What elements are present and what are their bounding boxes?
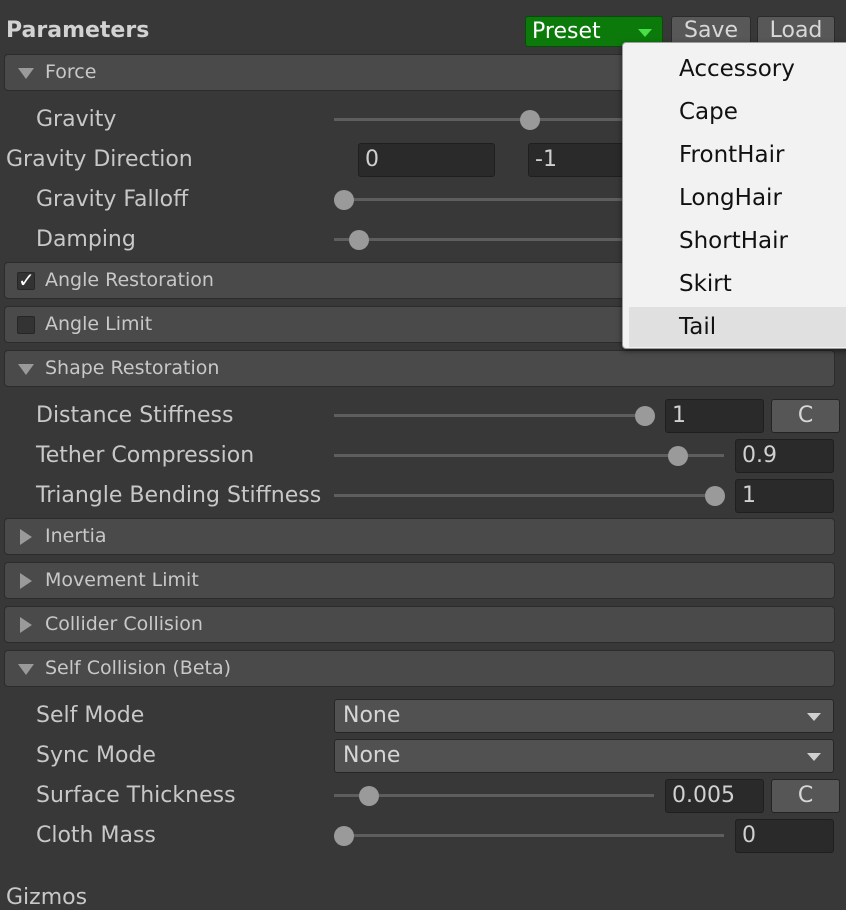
section-inertia[interactable]: Inertia	[4, 518, 835, 555]
self-mode-label: Self Mode	[36, 703, 145, 728]
surface-thickness-curve-button[interactable]: C	[771, 779, 840, 813]
collapse-arrow-icon	[20, 573, 32, 589]
preset-menu-item-skirt[interactable]: Skirt	[629, 264, 846, 304]
damping-slider-handle[interactable]	[349, 230, 369, 250]
section-angle-limit-label: Angle Limit	[45, 313, 153, 335]
chevron-down-icon	[638, 29, 652, 37]
section-force-label: Force	[45, 61, 97, 83]
panel-title: Parameters	[6, 18, 150, 43]
section-movement-limit[interactable]: Movement Limit	[4, 562, 835, 599]
distance-stiffness-slider-track[interactable]	[334, 414, 654, 417]
cloth-mass-field[interactable]: 0	[735, 819, 834, 853]
chevron-down-icon	[807, 713, 821, 721]
preset-menu-item-shorthair[interactable]: ShortHair	[629, 221, 846, 261]
cloth-mass-label: Cloth Mass	[36, 823, 156, 848]
damping-label: Damping	[36, 227, 136, 252]
gravity-slider-handle[interactable]	[520, 110, 540, 130]
section-self-collision[interactable]: Self Collision (Beta)	[4, 650, 835, 687]
triangle-bending-stiffness-label: Triangle Bending Stiffness	[36, 483, 322, 508]
distance-stiffness-curve-button[interactable]: C	[771, 399, 840, 433]
angle-restoration-checkbox[interactable]: ✓	[17, 270, 35, 290]
gravity-falloff-label: Gravity Falloff	[36, 187, 189, 212]
section-collider-collision-label: Collider Collision	[45, 613, 203, 635]
section-shape-restoration[interactable]: Shape Restoration	[4, 350, 835, 387]
tether-compression-label: Tether Compression	[36, 443, 255, 468]
gravity-slider-track[interactable]	[334, 118, 634, 121]
surface-thickness-field[interactable]: 0.005	[665, 779, 764, 813]
sync-mode-select[interactable]: None	[334, 739, 834, 773]
cloth-mass-slider-handle[interactable]	[334, 826, 354, 846]
preset-menu-item-accessory[interactable]: Accessory	[629, 49, 846, 89]
distance-stiffness-slider-handle[interactable]	[635, 406, 655, 426]
distance-stiffness-label: Distance Stiffness	[36, 403, 234, 428]
preset-menu-item-tail[interactable]: Tail	[629, 307, 846, 347]
section-inertia-label: Inertia	[45, 525, 107, 547]
tether-compression-field[interactable]: 0.9	[735, 439, 834, 473]
expand-arrow-icon	[18, 364, 34, 375]
surface-thickness-slider-handle[interactable]	[359, 786, 379, 806]
preset-menu: Accessory Cape FrontHair LongHair ShortH…	[622, 42, 846, 349]
section-angle-restoration-label: Angle Restoration	[45, 269, 214, 291]
tether-compression-slider-track[interactable]	[334, 454, 724, 457]
section-movement-limit-label: Movement Limit	[45, 569, 199, 591]
preset-menu-item-longhair[interactable]: LongHair	[629, 178, 846, 218]
cloth-mass-slider-track[interactable]	[334, 834, 724, 837]
damping-slider-track[interactable]	[334, 238, 634, 241]
gravity-falloff-slider-track[interactable]	[334, 198, 634, 201]
chevron-down-icon	[807, 753, 821, 761]
section-self-collision-label: Self Collision (Beta)	[45, 657, 232, 679]
gravity-falloff-slider-handle[interactable]	[334, 190, 354, 210]
preset-label: Preset	[532, 19, 601, 44]
gravity-label: Gravity	[36, 107, 117, 132]
gravity-direction-label: Gravity Direction	[6, 147, 193, 172]
expand-arrow-icon	[18, 664, 34, 675]
distance-stiffness-field[interactable]: 1	[665, 399, 764, 433]
preset-menu-item-fronthair[interactable]: FrontHair	[629, 135, 846, 175]
collapse-arrow-icon	[20, 529, 32, 545]
triangle-bending-field[interactable]: 1	[735, 479, 834, 513]
self-mode-value: None	[343, 703, 401, 728]
gizmos-heading: Gizmos	[6, 885, 88, 910]
sync-mode-label: Sync Mode	[36, 743, 156, 768]
preset-menu-item-cape[interactable]: Cape	[629, 92, 846, 132]
section-shape-restoration-label: Shape Restoration	[45, 357, 220, 379]
surface-thickness-slider-track[interactable]	[334, 794, 654, 797]
section-collider-collision[interactable]: Collider Collision	[4, 606, 835, 643]
tether-compression-slider-handle[interactable]	[668, 446, 688, 466]
surface-thickness-label: Surface Thickness	[36, 783, 236, 808]
triangle-bending-slider-handle[interactable]	[705, 486, 725, 506]
gravity-direction-x-field[interactable]: 0	[358, 143, 495, 177]
expand-arrow-icon	[18, 68, 34, 79]
collapse-arrow-icon	[20, 617, 32, 633]
sync-mode-value: None	[343, 743, 401, 768]
triangle-bending-slider-track[interactable]	[334, 494, 724, 497]
self-mode-select[interactable]: None	[334, 699, 834, 733]
angle-limit-checkbox[interactable]	[17, 316, 35, 334]
